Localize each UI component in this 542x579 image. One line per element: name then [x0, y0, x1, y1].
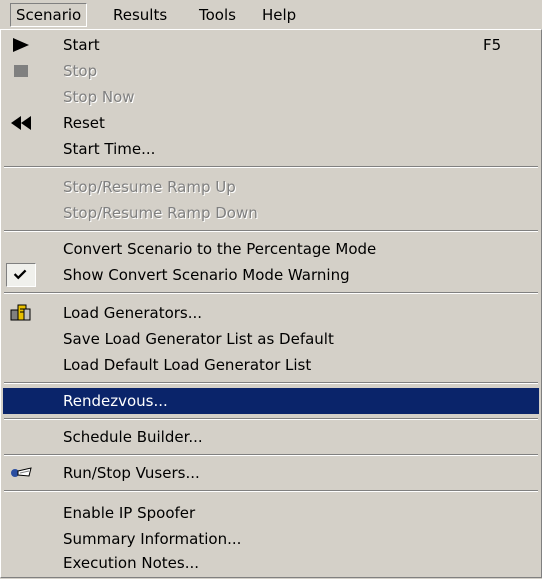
menu-scenario-label: Scenario — [16, 6, 82, 24]
menu-separator — [4, 382, 538, 384]
menu-item-run-stop-vusers[interactable]: Run/Stop Vusers... — [3, 460, 539, 486]
menu-scenario[interactable]: Scenario — [10, 3, 88, 27]
menu-item-schedule-builder-label: Schedule Builder... — [63, 428, 203, 446]
checkmark-icon — [13, 269, 27, 280]
play-icon — [13, 38, 29, 52]
menu-separator — [4, 292, 538, 294]
menu-item-run-stop-vusers-label: Run/Stop Vusers... — [63, 464, 200, 482]
stop-icon — [14, 65, 28, 77]
rewind-icon — [11, 116, 31, 130]
checkbox — [6, 263, 36, 287]
menu-bar: Scenario Results Tools Help — [0, 0, 542, 30]
menu-item-show-convert-warning[interactable]: Show Convert Scenario Mode Warning — [3, 262, 539, 288]
menu-help-label: Help — [262, 6, 297, 24]
menu-item-reset-label: Reset — [63, 114, 105, 132]
menu-item-load-generators-label: Load Generators... — [63, 304, 203, 322]
menu-item-stop-now[interactable]: Stop Now — [3, 84, 539, 110]
menu-item-start-time[interactable]: Start Time... — [3, 136, 539, 162]
menu-results[interactable]: Results — [108, 3, 172, 27]
menu-item-start-label: Start — [63, 36, 100, 54]
menu-item-execution-notes[interactable]: Execution Notes... — [3, 550, 539, 576]
menu-item-convert-percentage-mode-label: Convert Scenario to the Percentage Mode — [63, 240, 377, 258]
menu-item-stop-label: Stop — [63, 62, 98, 80]
menu-item-rendezvous[interactable]: Rendezvous... — [3, 388, 539, 414]
menu-item-stop-resume-ramp-up[interactable]: Stop/Resume Ramp Up — [3, 174, 539, 200]
menu-item-enable-ip-spoofer[interactable]: Enable IP Spoofer — [3, 500, 539, 526]
menu-item-show-convert-warning-label: Show Convert Scenario Mode Warning — [63, 266, 350, 284]
menu-tools-label: Tools — [199, 6, 236, 24]
menu-item-enable-ip-spoofer-label: Enable IP Spoofer — [63, 504, 196, 522]
menu-help[interactable]: Help — [257, 3, 301, 27]
menu-item-reset[interactable]: Reset — [3, 110, 539, 136]
menu-item-stop-now-label: Stop Now — [63, 88, 135, 106]
menu-item-summary-information[interactable]: Summary Information... — [3, 526, 539, 552]
menu-item-start-time-label: Start Time... — [63, 140, 156, 158]
application-window: Scenario Results Tools Help Start F5 Sto… — [0, 0, 542, 579]
menu-item-save-lg-list-default-label: Save Load Generator List as Default — [63, 330, 334, 348]
menu-item-stop-resume-ramp-down-label: Stop/Resume Ramp Down — [63, 204, 258, 222]
menu-item-stop-resume-ramp-up-label: Stop/Resume Ramp Up — [63, 178, 236, 196]
menu-separator — [4, 166, 538, 168]
scenario-dropdown-menu: Start F5 Stop Stop Now Reset Start Time.… — [0, 29, 542, 578]
menu-separator — [4, 454, 538, 456]
menu-item-summary-information-label: Summary Information... — [63, 530, 242, 548]
menu-item-load-default-lg-list-label: Load Default Load Generator List — [63, 356, 312, 374]
menu-tools[interactable]: Tools — [194, 3, 241, 27]
menu-separator — [4, 230, 538, 232]
menu-item-execution-notes-label: Execution Notes... — [63, 554, 200, 572]
load-generators-icon — [10, 304, 31, 321]
menu-item-start-shortcut: F5 — [483, 36, 502, 54]
menu-item-rendezvous-label: Rendezvous... — [63, 392, 168, 410]
menu-separator — [4, 490, 538, 492]
menu-separator — [4, 418, 538, 420]
menu-item-load-generators[interactable]: Load Generators... — [3, 300, 539, 326]
menu-item-save-lg-list-default[interactable]: Save Load Generator List as Default — [3, 326, 539, 352]
menu-item-stop-resume-ramp-down[interactable]: Stop/Resume Ramp Down — [3, 200, 539, 226]
menu-item-schedule-builder[interactable]: Schedule Builder... — [3, 424, 539, 450]
menu-item-start[interactable]: Start F5 — [3, 32, 539, 58]
menu-item-stop[interactable]: Stop — [3, 58, 539, 84]
menu-results-label: Results — [113, 6, 168, 24]
vusers-icon — [11, 467, 32, 477]
menu-item-load-default-lg-list[interactable]: Load Default Load Generator List — [3, 352, 539, 378]
menu-item-convert-percentage-mode[interactable]: Convert Scenario to the Percentage Mode — [3, 236, 539, 262]
